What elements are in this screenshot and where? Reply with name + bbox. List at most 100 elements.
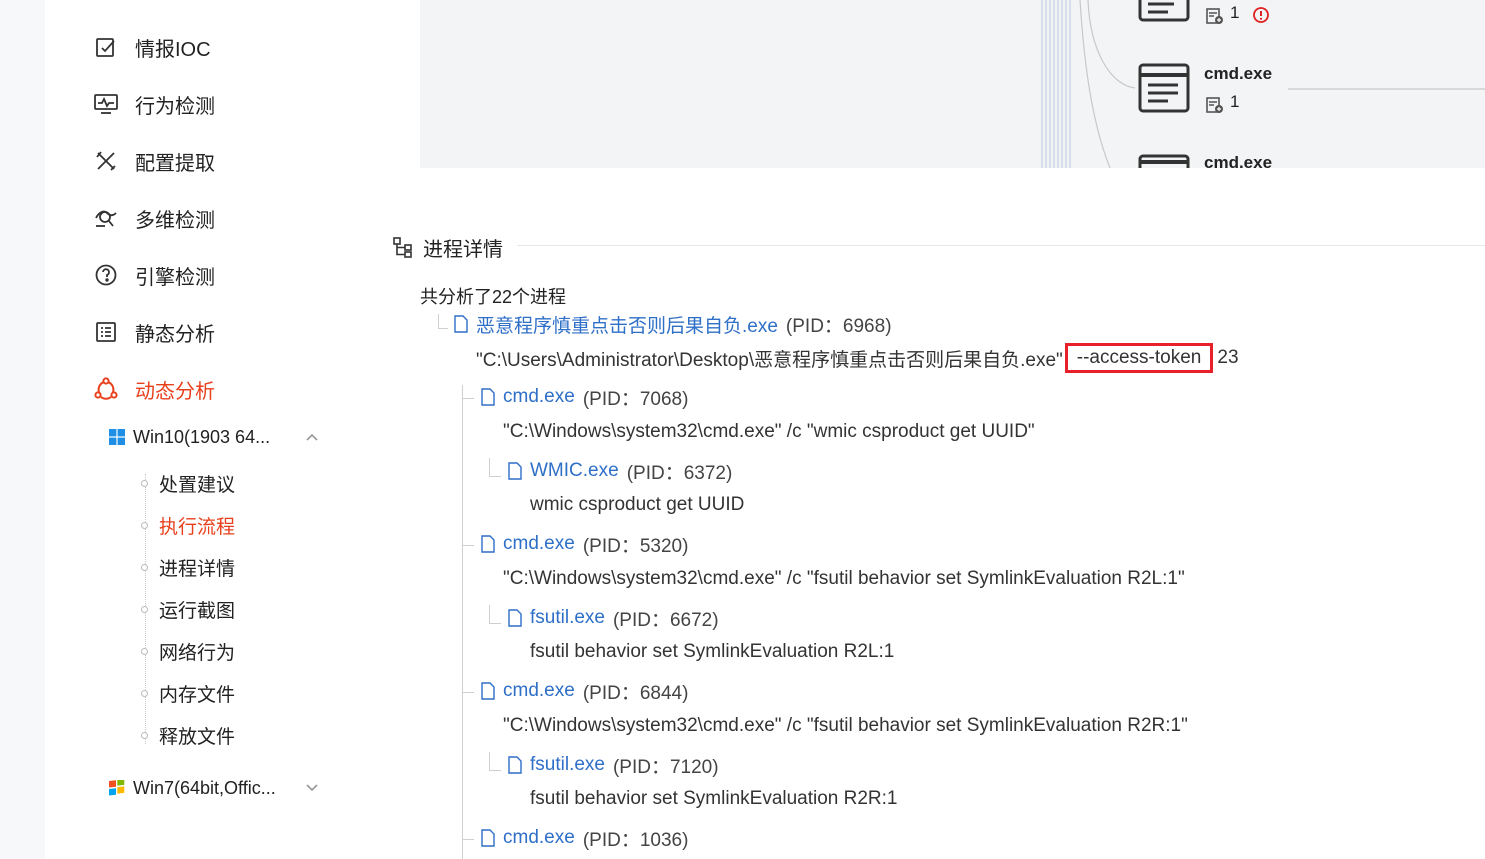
env-label: Win7(64bit,Offic... (133, 777, 276, 798)
process-cmdline: wmic csproduct get UUID (530, 494, 745, 515)
list-document-icon (93, 319, 119, 345)
process-pid: (PID：7120) (612, 756, 719, 778)
tree-connector (438, 328, 448, 329)
tree-connector (438, 314, 439, 328)
process-name-link[interactable]: cmd.exe (503, 680, 575, 702)
subitem-process[interactable]: 进程详情 (140, 554, 235, 580)
process-pid: (PID：5320) (582, 535, 689, 557)
process-name-link[interactable]: WMIC.exe (530, 460, 619, 482)
process-count-summary: 共分析了22个进程 (420, 287, 567, 307)
sidebar-item-label: 静态分析 (135, 323, 215, 346)
process-cmdline: "C:\Windows\system32\cmd.exe" /c "wmic c… (503, 421, 1035, 442)
file-icon (481, 682, 495, 700)
process-node-icon[interactable] (1138, 154, 1190, 168)
process-item: fsutil.exe (PID：6672) (508, 606, 719, 631)
sidebar-item-label: 多维检测 (135, 209, 215, 232)
process-pid: (PID：6844) (582, 682, 689, 704)
sidebar-item-behavior[interactable]: 行为检测 (93, 89, 215, 119)
sidebar-item-label: 配置提取 (135, 152, 215, 175)
sidebar-item-engine[interactable]: 引擎检测 (93, 260, 215, 290)
sidebar-item-label: 引擎检测 (135, 266, 215, 289)
process-name-link[interactable]: cmd.exe (503, 533, 575, 555)
file-count-icon (1206, 8, 1223, 24)
process-pid: (PID：1036) (582, 829, 689, 851)
process-name-link[interactable]: cmd.exe (503, 386, 575, 408)
tree-connector (489, 623, 501, 624)
tree-connector (462, 692, 474, 693)
node-label: cmd.exe (1204, 64, 1273, 83)
process-name-link[interactable]: fsutil.exe (530, 607, 605, 629)
file-icon (454, 315, 468, 333)
node-label: cmd.exe (1204, 153, 1273, 168)
tree-connector (462, 398, 474, 399)
process-node-icon[interactable] (1138, 0, 1190, 22)
file-icon (508, 756, 522, 774)
file-count-icon (1206, 97, 1223, 113)
process-cmdline: "C:\Windows\system32\cmd.exe" /c "fsutil… (503, 568, 1185, 589)
file-icon (508, 462, 522, 480)
env-win10-toggle[interactable]: Win10(1903 64... (109, 423, 319, 451)
process-graph[interactable]: 1 cmd.exe 1 cmd.exe (420, 0, 1485, 168)
process-cmdline: fsutil behavior set SymlinkEvaluation R2… (530, 788, 898, 809)
process-cmdline: fsutil behavior set SymlinkEvaluation R2… (530, 641, 895, 662)
subitem-flow[interactable]: 执行流程 (140, 512, 235, 538)
tree-connector (489, 476, 501, 477)
tools-icon (93, 148, 119, 174)
sidebar-item-config[interactable]: 配置提取 (93, 146, 215, 176)
chevron-down-icon (306, 784, 318, 792)
sidebar-item-label: 情报IOC (135, 38, 211, 61)
highlighted-argument: --access-token (1064, 343, 1214, 373)
process-item: WMIC.exe (PID：6372) (508, 459, 733, 484)
process-item: cmd.exe (PID：6844) (481, 679, 689, 704)
env-win7-toggle[interactable]: Win7(64bit,Offic... (109, 774, 319, 802)
process-pid: (PID：6672) (612, 609, 719, 631)
process-pid: (PID：7068) (582, 388, 689, 410)
section-title: 进程详情 (393, 233, 503, 261)
subitem-advice[interactable]: 处置建议 (140, 470, 235, 496)
process-pid: (PID：6372) (626, 462, 733, 484)
tree-connector (462, 839, 474, 840)
tree-connector (489, 770, 501, 771)
process-cmdline: "C:\Windows\system32\cmd.exe" /c "fsutil… (503, 715, 1188, 736)
file-icon (481, 829, 495, 847)
windows10-logo-icon (109, 429, 125, 445)
sidebar-item-label: 动态分析 (135, 380, 215, 403)
process-tree-icon (393, 237, 412, 258)
tree-connector (489, 458, 490, 476)
file-icon (481, 535, 495, 553)
main-content: 1 cmd.exe 1 cmd.exe 进程详情 共分析了22个进程 恶意程序慎… (345, 0, 1485, 859)
tree-connector (462, 545, 474, 546)
file-icon (508, 609, 522, 627)
sidebar-item-ioc[interactable]: 情报IOC (93, 32, 211, 62)
subitem-dropped[interactable]: 释放文件 (140, 722, 235, 748)
sidebar-item-dynamic[interactable]: 动态分析 (93, 374, 215, 404)
engine-gauge-icon (93, 262, 119, 288)
process-name-link[interactable]: fsutil.exe (530, 754, 605, 776)
process-item: cmd.exe (PID：5320) (481, 532, 689, 557)
file-icon (481, 388, 495, 406)
edit-report-icon (93, 34, 119, 60)
sidebar: 情报IOC 行为检测 配置提取 多维检测 引擎检测 静态分析 动态分析 Win1… (45, 0, 345, 859)
process-item: cmd.exe (PID：7068) (481, 385, 689, 410)
alert-circle-icon (1253, 7, 1269, 23)
node-count: 1 (1230, 92, 1240, 111)
env-label: Win10(1903 64... (133, 426, 271, 447)
process-item: cmd.exe (PID：1036) (481, 826, 689, 851)
subitem-memory[interactable]: 内存文件 (140, 680, 235, 706)
graph-edges (1041, 0, 1485, 168)
monitor-pulse-icon (93, 91, 119, 117)
process-item: fsutil.exe (PID：7120) (508, 753, 719, 778)
tree-connector (462, 385, 463, 859)
process-pid: (PID：6968) (785, 315, 892, 337)
process-node-icon[interactable] (1138, 63, 1190, 113)
process-name-link[interactable]: cmd.exe (503, 827, 575, 849)
sidebar-item-static[interactable]: 静态分析 (93, 317, 215, 347)
subitem-network[interactable]: 网络行为 (140, 638, 235, 664)
sidebar-item-multi[interactable]: 多维检测 (93, 203, 215, 233)
process-root: 恶意程序慎重点击否则后果自负.exe (PID：6968) (454, 311, 892, 338)
windows7-logo-icon (109, 780, 125, 796)
subitem-screenshot[interactable]: 运行截图 (140, 596, 235, 622)
dynamic-nodes-icon (93, 376, 119, 402)
node-count: 1 (1230, 3, 1240, 22)
process-name-link[interactable]: 恶意程序慎重点击否则后果自负.exe (476, 311, 778, 338)
